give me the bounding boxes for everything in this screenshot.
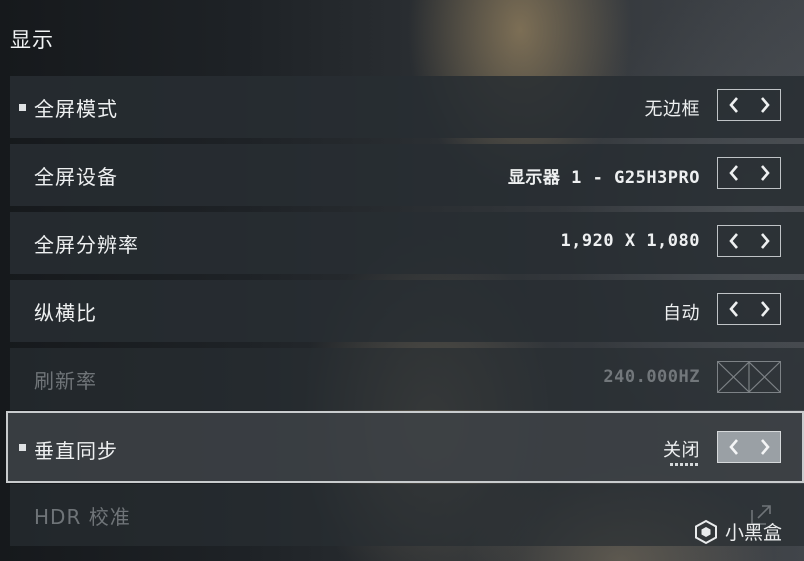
chevron-right-icon xyxy=(760,165,770,181)
setting-label: 全屏设备 xyxy=(34,165,118,189)
watermark: 小黑盒 xyxy=(693,518,782,545)
watermark-text: 小黑盒 xyxy=(724,522,782,544)
chevron-left-icon xyxy=(728,97,738,113)
cross-box-icon xyxy=(718,362,780,392)
prev-button[interactable] xyxy=(718,158,749,188)
value-stepper[interactable] xyxy=(717,293,781,325)
value-stepper-disabled xyxy=(717,361,781,393)
next-button[interactable] xyxy=(749,226,780,256)
setting-row-fullscreen-mode[interactable]: 全屏模式 无边框 xyxy=(10,76,804,138)
next-button[interactable] xyxy=(749,90,780,120)
setting-label: 全屏分辨率 xyxy=(34,233,139,257)
next-button[interactable] xyxy=(749,432,780,462)
setting-value: 自动 xyxy=(663,303,700,324)
setting-label: 垂直同步 xyxy=(34,439,118,463)
next-button[interactable] xyxy=(749,294,780,324)
setting-label: 全屏模式 xyxy=(34,97,118,121)
chevron-left-icon xyxy=(728,233,738,249)
section-title: 显示 xyxy=(10,28,54,52)
setting-value: 1,920 X 1,080 xyxy=(560,231,700,251)
prev-button[interactable] xyxy=(718,226,749,256)
setting-row-fullscreen-device[interactable]: 全屏设备 显示器 1 - G25H3PRO xyxy=(10,144,804,206)
setting-value: 无边框 xyxy=(644,99,700,120)
chevron-right-icon xyxy=(760,97,770,113)
setting-row-fullscreen-resolution[interactable]: 全屏分辨率 1,920 X 1,080 xyxy=(10,212,804,274)
setting-row-refresh-rate: 刷新率 240.000HZ xyxy=(10,348,804,410)
value-stepper[interactable] xyxy=(717,157,781,189)
setting-label: 纵横比 xyxy=(34,301,97,325)
chevron-right-icon xyxy=(760,301,770,317)
setting-value: 显示器 1 - G25H3PRO xyxy=(507,168,700,188)
setting-row-aspect-ratio[interactable]: 纵横比 自动 xyxy=(10,280,804,342)
modified-bullet xyxy=(19,444,26,451)
prev-button[interactable] xyxy=(718,90,749,120)
setting-label: 刷新率 xyxy=(34,369,97,393)
value-stepper[interactable] xyxy=(717,431,781,463)
heybox-logo-icon xyxy=(694,519,717,544)
value-indicator-dots xyxy=(670,463,698,466)
chevron-right-icon xyxy=(760,439,770,455)
value-stepper[interactable] xyxy=(717,89,781,121)
setting-row-vsync[interactable]: 垂直同步 关闭 xyxy=(6,411,804,483)
value-stepper[interactable] xyxy=(717,225,781,257)
next-button[interactable] xyxy=(749,158,780,188)
setting-value: 240.000HZ xyxy=(603,367,700,387)
setting-label: HDR 校准 xyxy=(34,505,131,529)
chevron-right-icon xyxy=(760,233,770,249)
chevron-left-icon xyxy=(728,301,738,317)
prev-button[interactable] xyxy=(718,294,749,324)
modified-bullet xyxy=(19,104,26,111)
setting-row-hdr-calibration: HDR 校准 xyxy=(10,484,804,546)
chevron-left-icon xyxy=(728,439,738,455)
chevron-left-icon xyxy=(728,165,738,181)
prev-button[interactable] xyxy=(718,432,749,462)
setting-value: 关闭 xyxy=(663,440,700,461)
